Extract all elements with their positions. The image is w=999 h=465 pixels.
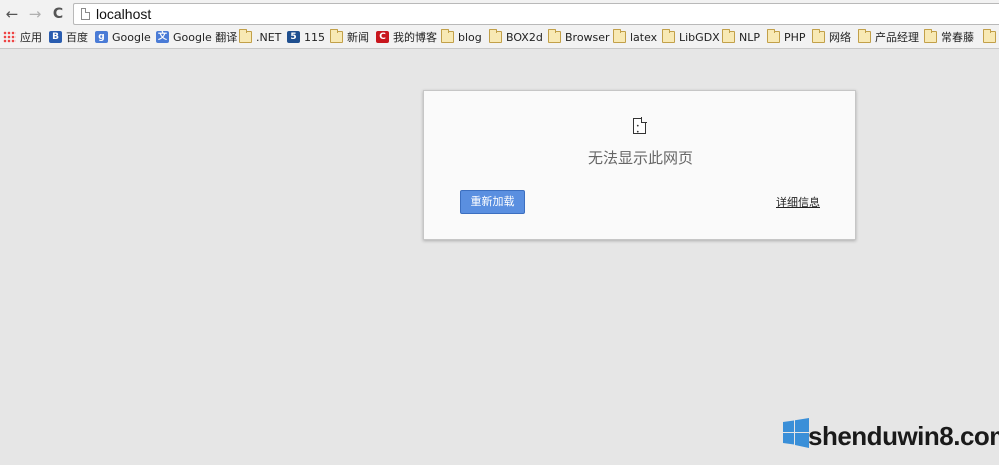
- error-dialog: • • 无法显示此网页 重新加载 详细信息: [423, 90, 856, 240]
- bookmark-nlp[interactable]: NLP: [722, 28, 760, 48]
- bookmark-115[interactable]: 5 115: [287, 28, 325, 48]
- bookmark-php[interactable]: PHP: [767, 28, 806, 48]
- folder-icon: [489, 29, 502, 43]
- folder-icon: [441, 29, 454, 43]
- csdn-icon: C: [376, 31, 389, 43]
- bookmark-dotnet[interactable]: .NET: [239, 28, 281, 48]
- bookmark-overflow[interactable]: C: [983, 28, 999, 48]
- folder-icon: [983, 29, 996, 43]
- page-icon: [81, 8, 90, 20]
- address-bar[interactable]: localhost: [73, 3, 999, 25]
- bookmark-network[interactable]: 网络: [812, 28, 851, 48]
- baidu-icon: B: [49, 31, 62, 43]
- bookmark-blog[interactable]: blog: [441, 28, 482, 48]
- folder-icon: [858, 29, 871, 43]
- bookmark-ivy[interactable]: 常春藤: [924, 28, 974, 48]
- error-title: 无法显示此网页: [587, 149, 693, 167]
- back-arrow-icon[interactable]: ←: [3, 5, 21, 23]
- folder-icon: [722, 29, 735, 43]
- bookmark-my-blog[interactable]: C 我的博客: [376, 28, 437, 48]
- folder-icon: [239, 29, 252, 43]
- bookmark-browser[interactable]: Browser: [548, 28, 610, 48]
- bookmark-news[interactable]: 新闻: [330, 28, 369, 48]
- bookmark-apps[interactable]: 应用: [3, 28, 42, 48]
- details-link[interactable]: 详细信息: [776, 194, 820, 210]
- folder-icon: [548, 29, 561, 43]
- reload-button[interactable]: 重新加载: [460, 190, 525, 214]
- sad-page-icon: • •: [633, 117, 647, 136]
- bookmarks-bar: 应用 B 百度 g Google 文 Google 翻译 .NET 5 115 新闻 C…: [0, 28, 999, 49]
- bookmark-google-translate[interactable]: 文 Google 翻译: [156, 28, 237, 48]
- folder-icon: [924, 29, 937, 43]
- bookmark-google[interactable]: g Google: [95, 28, 151, 48]
- bookmark-product-manager[interactable]: 产品经理: [858, 28, 919, 48]
- browser-toolbar: ← → C localhost: [0, 0, 999, 28]
- folder-icon: [812, 29, 825, 43]
- bookmark-latex[interactable]: latex: [613, 28, 657, 48]
- windows-logo-icon: [783, 418, 809, 448]
- bookmark-libgdx[interactable]: LibGDX: [662, 28, 720, 48]
- apps-grid-icon: [3, 31, 16, 43]
- google-translate-icon: 文: [156, 31, 169, 43]
- google-icon: g: [95, 31, 108, 43]
- folder-icon: [767, 29, 780, 43]
- sad-page-eyes: • •: [636, 123, 641, 136]
- forward-arrow-icon[interactable]: →: [26, 5, 44, 23]
- bookmark-baidu[interactable]: B 百度: [49, 28, 88, 48]
- folder-icon: [330, 29, 343, 43]
- address-url[interactable]: localhost: [96, 5, 151, 23]
- reload-icon[interactable]: C: [49, 5, 67, 23]
- folder-icon: [613, 29, 626, 43]
- folder-icon: [662, 29, 675, 43]
- bookmark-box2d[interactable]: BOX2d: [489, 28, 543, 48]
- watermark-text: shenduwin8.com: [808, 421, 999, 451]
- 115-icon: 5: [287, 31, 300, 43]
